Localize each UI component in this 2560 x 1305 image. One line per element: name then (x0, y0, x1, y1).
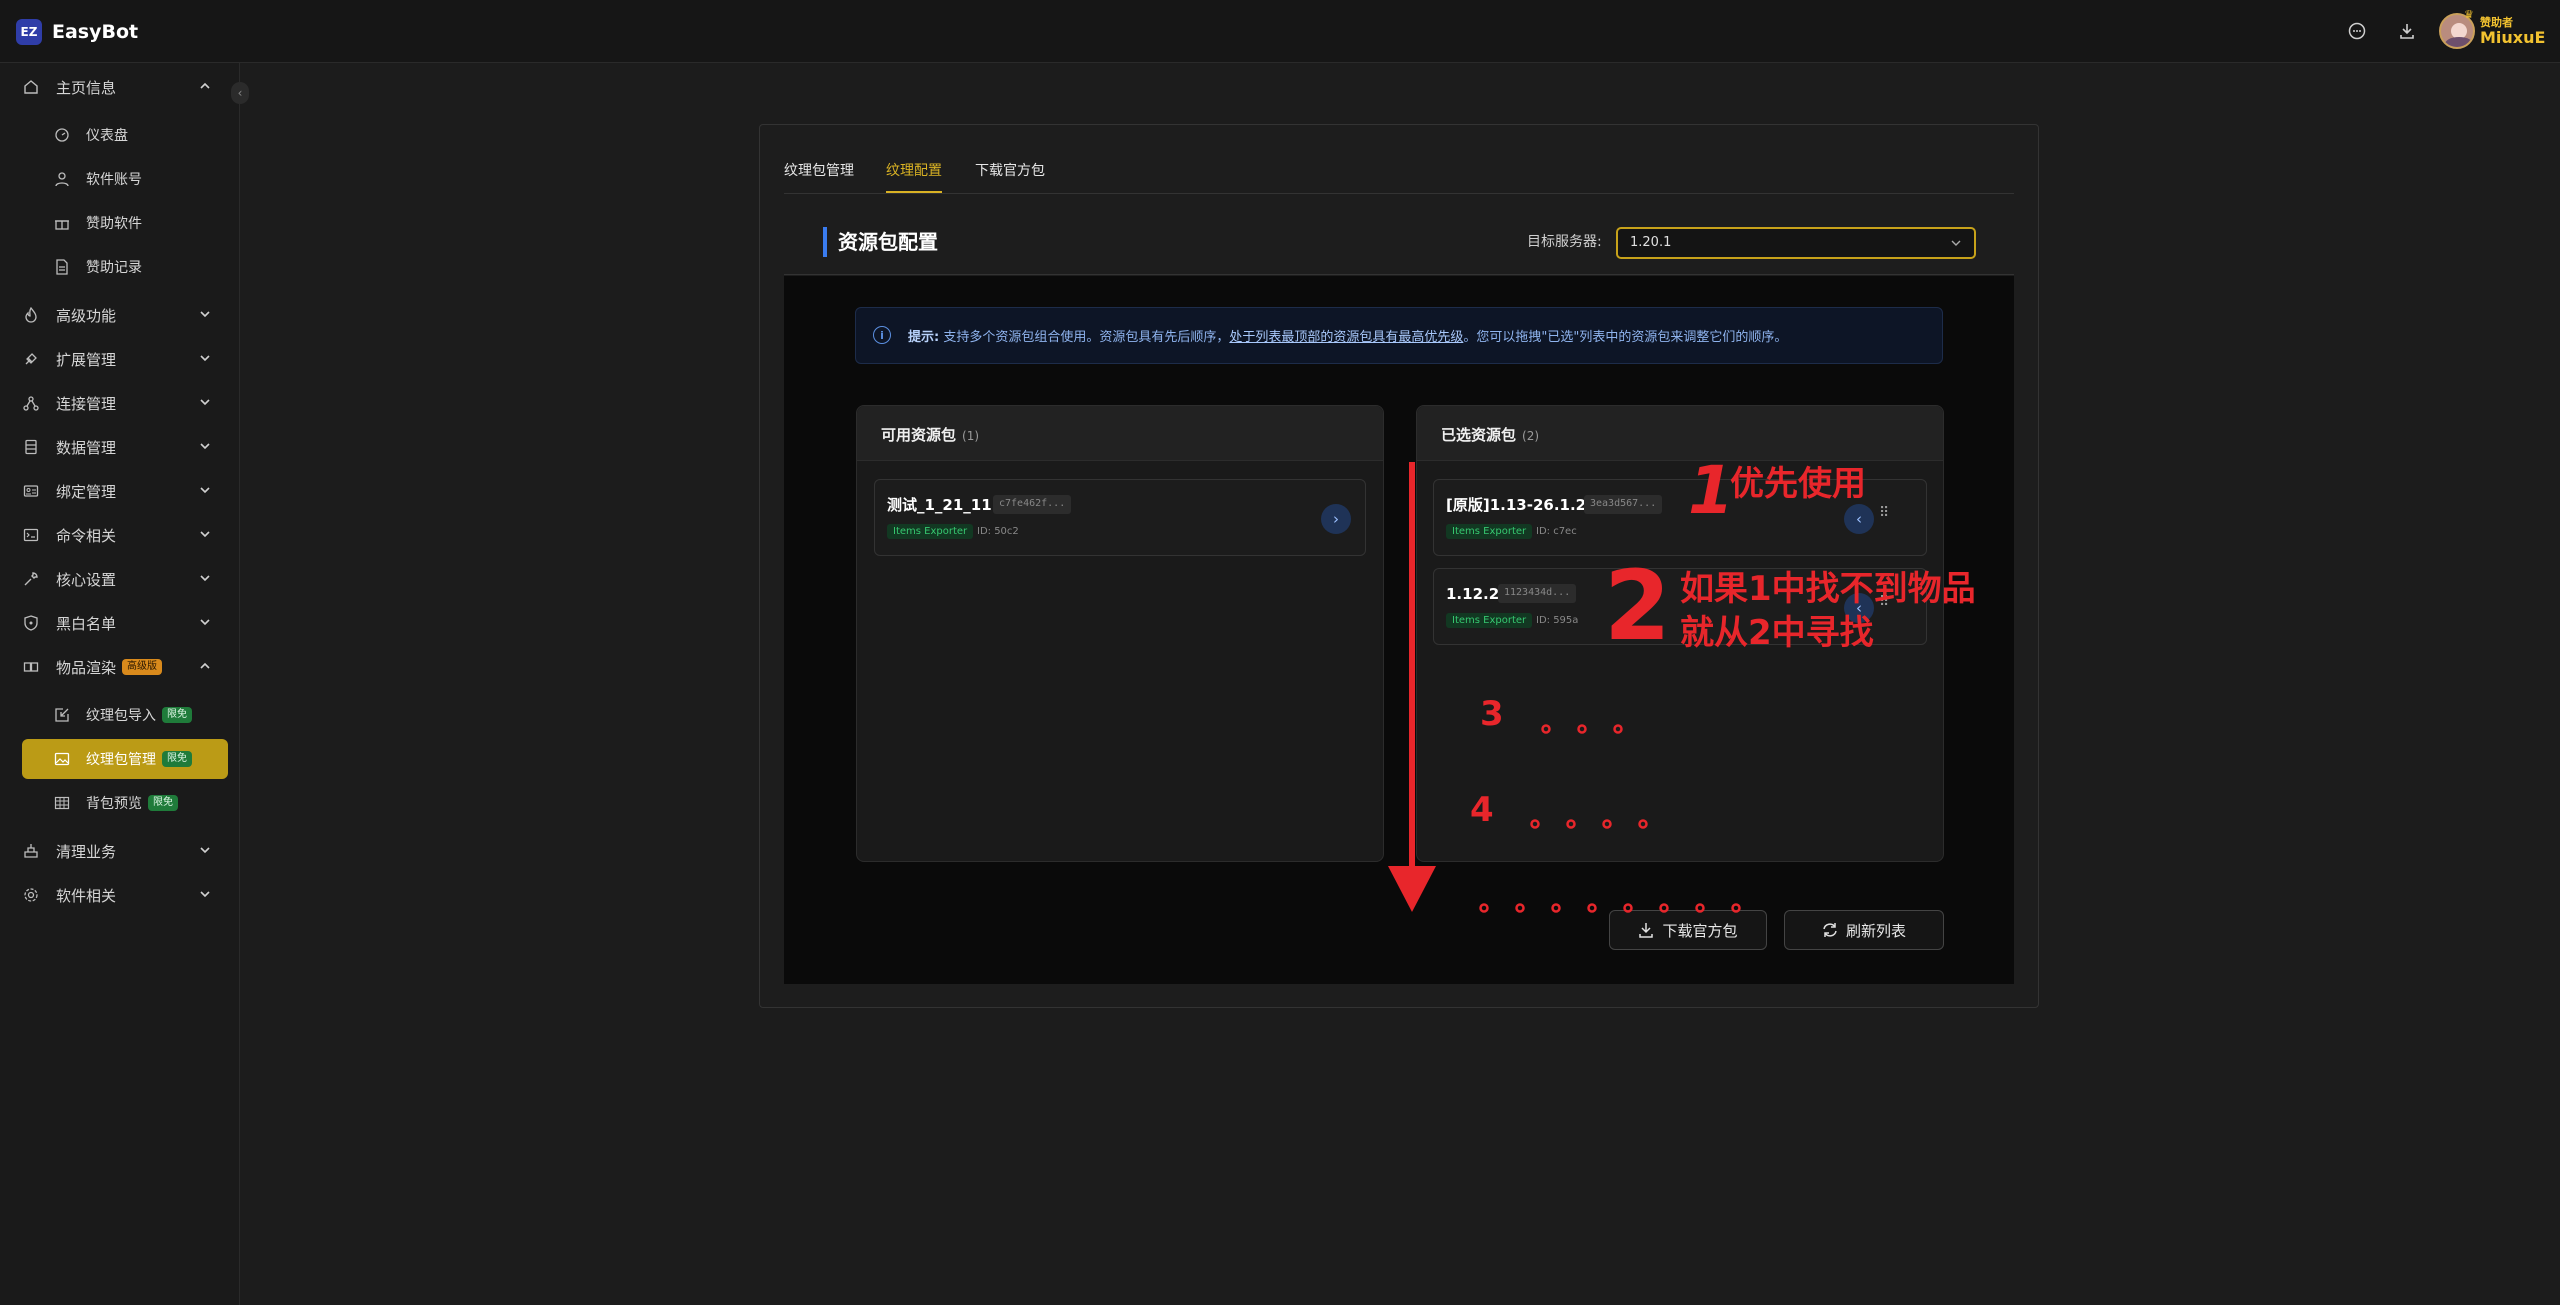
annotation-number-3: 3 (1480, 694, 1504, 734)
annotation-priority-text: 优先使用 (1730, 464, 1866, 504)
annotation-overlay (1388, 462, 1741, 913)
annotation-number-1: 1 (1688, 452, 1734, 529)
annotation-fallback-text-2: 就从2中寻找 (1680, 613, 1874, 653)
annotation-number-4: 4 (1470, 790, 1494, 830)
annotation-number-2: 2 (1604, 550, 1671, 662)
priority-arrow-head (1388, 866, 1436, 912)
annotation-dots (1479, 724, 1741, 913)
annotation-fallback-text-1: 如果1中找不到物品 (1680, 569, 1976, 609)
